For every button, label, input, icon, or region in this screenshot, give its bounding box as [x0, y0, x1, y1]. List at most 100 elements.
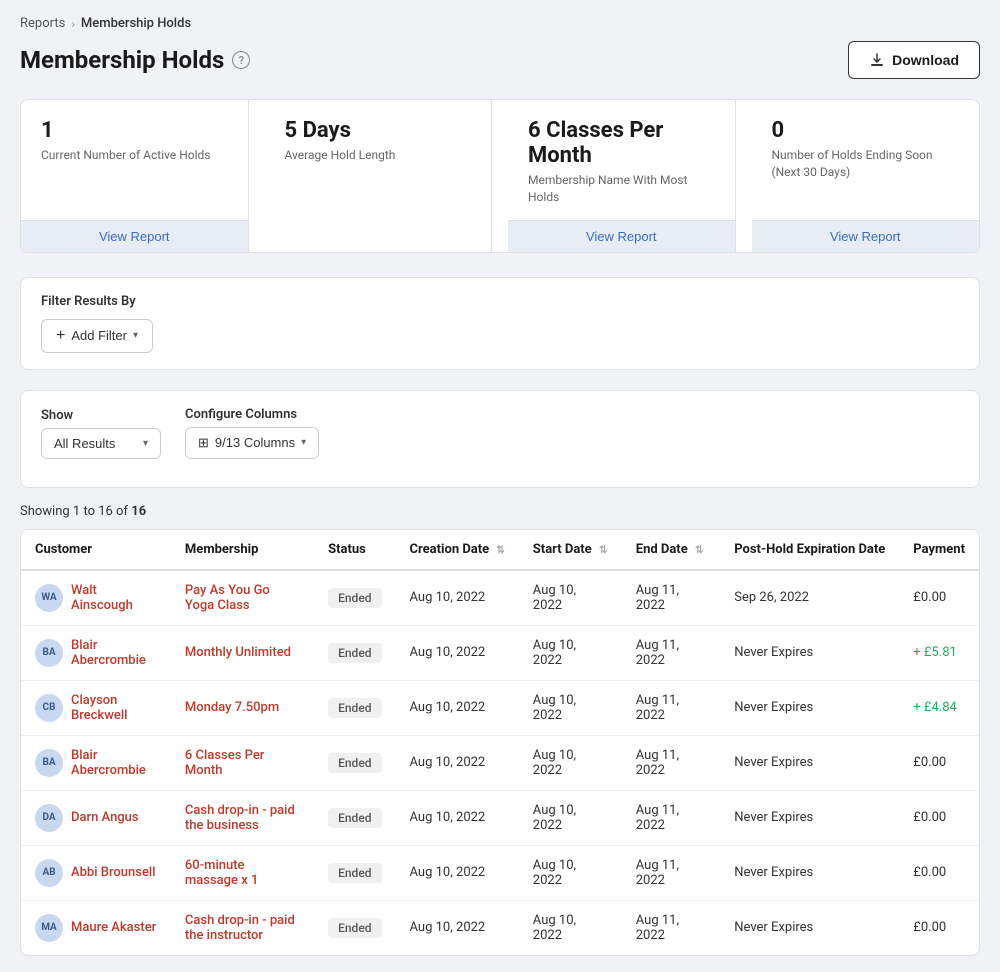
- table-row: AB Abbi Brounsell 60-minute massage x 1 …: [21, 845, 979, 900]
- avatar-3: BA: [35, 749, 63, 777]
- cell-customer-5: AB Abbi Brounsell: [21, 845, 171, 900]
- cell-membership-4: Cash drop-in - paid the business: [171, 790, 314, 845]
- membership-name-5[interactable]: 60-minute massage x 1: [185, 858, 258, 888]
- membership-name-4[interactable]: Cash drop-in - paid the business: [185, 803, 295, 833]
- stat-label-active-holds: Current Number of Active Holds: [41, 147, 228, 206]
- customer-name-6[interactable]: Maure Akaster: [71, 920, 156, 935]
- table-header: Customer Membership Status Creation Date…: [21, 530, 979, 570]
- col-start-date[interactable]: Start Date ⇅: [519, 530, 622, 570]
- show-select[interactable]: All Results ▾: [41, 428, 161, 459]
- col-end-date[interactable]: End Date ⇅: [622, 530, 720, 570]
- col-creation-date[interactable]: Creation Date ⇅: [396, 530, 519, 570]
- cell-creation-3: Aug 10, 2022: [396, 735, 519, 790]
- cell-post-hold-1: Never Expires: [720, 625, 899, 680]
- customer-name-1[interactable]: Blair Abercrombie: [71, 638, 157, 668]
- cell-payment-2: + £4.84: [899, 680, 979, 735]
- col-customer: Customer: [21, 530, 171, 570]
- cell-creation-4: Aug 10, 2022: [396, 790, 519, 845]
- showing-text: Showing 1 to 16 of 16: [20, 504, 980, 519]
- customer-name-5[interactable]: Abbi Brounsell: [71, 865, 156, 880]
- cell-status-1: Ended: [314, 625, 395, 680]
- add-filter-label: Add Filter: [71, 328, 127, 343]
- customer-name-2[interactable]: Clayson Breckwell: [71, 693, 157, 723]
- membership-name-6[interactable]: Cash drop-in - paid the instructor: [185, 913, 295, 943]
- membership-name-3[interactable]: 6 Classes Per Month: [185, 748, 264, 778]
- cell-end-4: Aug 11, 2022: [622, 790, 720, 845]
- cell-creation-0: Aug 10, 2022: [396, 570, 519, 626]
- configure-label: Configure Columns: [185, 407, 319, 422]
- cell-status-0: Ended: [314, 570, 395, 626]
- view-report-btn-4[interactable]: View Report: [752, 220, 980, 252]
- status-badge-6: Ended: [328, 918, 381, 938]
- status-badge-3: Ended: [328, 753, 381, 773]
- stat-card-avg-hold: 5 Days Average Hold Length: [265, 100, 493, 252]
- col-membership: Membership: [171, 530, 314, 570]
- breadcrumb: Reports › Membership Holds: [20, 16, 980, 31]
- avatar-5: AB: [35, 859, 63, 887]
- cell-post-hold-0: Sep 26, 2022: [720, 570, 899, 626]
- cell-status-6: Ended: [314, 900, 395, 955]
- membership-name-0[interactable]: Pay As You Go Yoga Class: [185, 583, 270, 613]
- filter-section: Filter Results By + Add Filter ▾: [20, 277, 980, 370]
- download-icon: [869, 52, 885, 68]
- page-title: Membership Holds: [20, 46, 224, 74]
- grid-icon: ⊞: [198, 435, 209, 451]
- show-chevron-icon: ▾: [143, 438, 148, 449]
- status-badge-4: Ended: [328, 808, 381, 828]
- table-row: DA Darn Angus Cash drop-in - paid the bu…: [21, 790, 979, 845]
- page-title-row: Membership Holds ?: [20, 46, 250, 74]
- page-wrapper: Reports › Membership Holds Membership Ho…: [0, 0, 1000, 972]
- cell-payment-5: £0.00: [899, 845, 979, 900]
- cell-start-6: Aug 10, 2022: [519, 900, 622, 955]
- stat-label-most-holds: Membership Name With Most Holds: [528, 172, 715, 206]
- cell-payment-3: £0.00: [899, 735, 979, 790]
- cell-membership-1: Monthly Unlimited: [171, 625, 314, 680]
- view-report-btn-1[interactable]: View Report: [21, 220, 248, 252]
- cell-customer-0: WA Walt Ainscough: [21, 570, 171, 626]
- avatar-6: MA: [35, 914, 63, 942]
- stat-value-most-holds: 6 Classes Per Month: [528, 118, 715, 168]
- show-control: Show All Results ▾: [41, 408, 161, 459]
- add-filter-button[interactable]: + Add Filter ▾: [41, 319, 153, 353]
- cell-payment-4: £0.00: [899, 790, 979, 845]
- cell-start-1: Aug 10, 2022: [519, 625, 622, 680]
- table-row: WA Walt Ainscough Pay As You Go Yoga Cla…: [21, 570, 979, 626]
- columns-button[interactable]: ⊞ 9/13 Columns ▾: [185, 427, 319, 459]
- sort-icon-creation: ⇅: [496, 545, 504, 556]
- stat-card-most-holds: 6 Classes Per Month Membership Name With…: [508, 100, 736, 252]
- cell-membership-0: Pay As You Go Yoga Class: [171, 570, 314, 626]
- cell-customer-6: MA Maure Akaster: [21, 900, 171, 955]
- membership-name-1[interactable]: Monthly Unlimited: [185, 645, 291, 660]
- table-body: WA Walt Ainscough Pay As You Go Yoga Cla…: [21, 570, 979, 955]
- status-badge-1: Ended: [328, 643, 381, 663]
- customer-name-3[interactable]: Blair Abercrombie: [71, 748, 157, 778]
- chevron-down-icon: ▾: [133, 330, 138, 341]
- status-badge-0: Ended: [328, 588, 381, 608]
- breadcrumb-reports[interactable]: Reports: [20, 16, 65, 31]
- cell-membership-6: Cash drop-in - paid the instructor: [171, 900, 314, 955]
- membership-name-2[interactable]: Monday 7.50pm: [185, 700, 279, 715]
- help-icon[interactable]: ?: [232, 51, 250, 69]
- customer-name-0[interactable]: Walt Ainscough: [71, 583, 157, 613]
- download-button[interactable]: Download: [848, 41, 980, 79]
- table-row: BA Blair Abercrombie Monthly Unlimited E…: [21, 625, 979, 680]
- cell-start-0: Aug 10, 2022: [519, 570, 622, 626]
- avatar-0: WA: [35, 584, 63, 612]
- stat-label-ending-soon: Number of Holds Ending Soon (Next 30 Day…: [772, 147, 960, 206]
- columns-chevron-icon: ▾: [301, 437, 306, 448]
- stat-value-avg-hold: 5 Days: [285, 118, 472, 143]
- table-row: BA Blair Abercrombie 6 Classes Per Month…: [21, 735, 979, 790]
- cell-creation-6: Aug 10, 2022: [396, 900, 519, 955]
- cell-membership-5: 60-minute massage x 1: [171, 845, 314, 900]
- avatar-2: CB: [35, 694, 63, 722]
- avatar-4: DA: [35, 804, 63, 832]
- cell-start-3: Aug 10, 2022: [519, 735, 622, 790]
- cell-start-5: Aug 10, 2022: [519, 845, 622, 900]
- cell-membership-2: Monday 7.50pm: [171, 680, 314, 735]
- stat-value-active-holds: 1: [41, 118, 228, 143]
- cell-end-1: Aug 11, 2022: [622, 625, 720, 680]
- stat-card-ending-soon: 0 Number of Holds Ending Soon (Next 30 D…: [752, 100, 980, 252]
- cell-status-5: Ended: [314, 845, 395, 900]
- view-report-btn-3[interactable]: View Report: [508, 220, 735, 252]
- customer-name-4[interactable]: Darn Angus: [71, 810, 139, 825]
